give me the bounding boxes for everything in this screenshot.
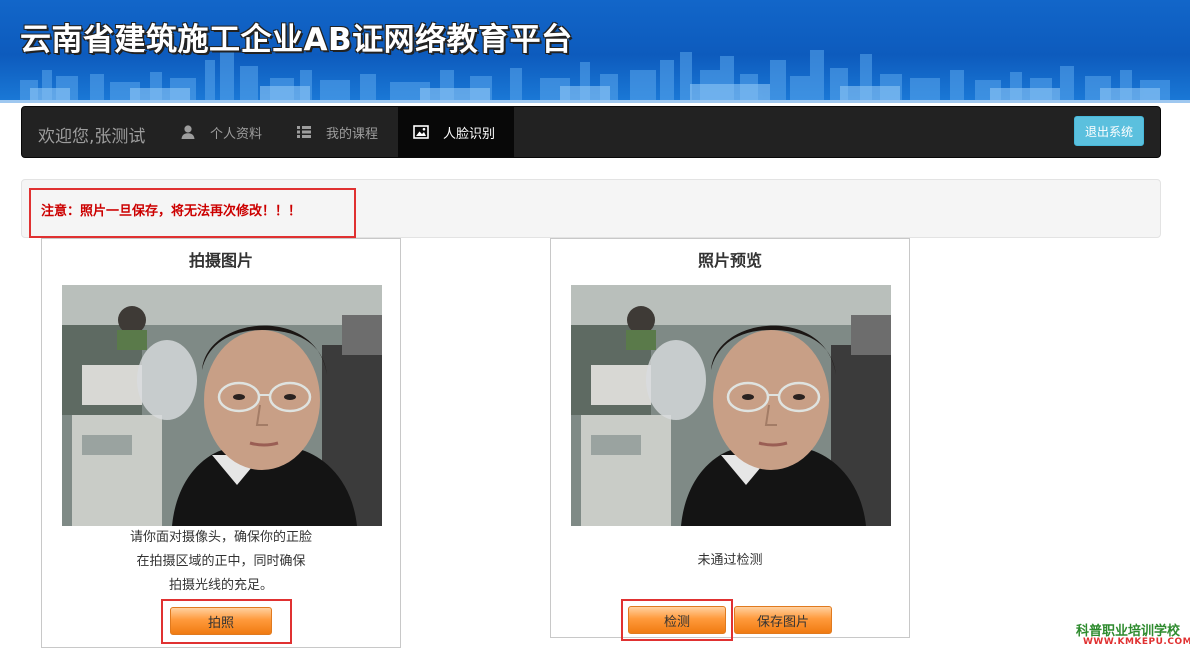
nav-item-courses-label: 我的课程 bbox=[326, 126, 379, 142]
camera-feed bbox=[62, 285, 382, 526]
preview-panel-title: 照片预览 bbox=[697, 251, 762, 270]
site-title: 云南省建筑施工企业AB证网络教育平台 bbox=[20, 22, 573, 58]
nav-item-courses[interactable]: 我的课程 bbox=[296, 107, 378, 157]
detection-status: 未通过检测 bbox=[697, 553, 763, 568]
nav-item-profile[interactable]: 个人资料 bbox=[180, 107, 262, 157]
capture-button[interactable]: 拍照 bbox=[170, 607, 272, 635]
notice-text: 注意：照片一旦保存，将无法再次修改！！！ bbox=[41, 204, 302, 219]
logout-button[interactable]: 退出系统 bbox=[1074, 116, 1144, 146]
photo-preview-image bbox=[571, 285, 891, 526]
watermark-url: WWW.KMKEPU.COM bbox=[1083, 637, 1190, 647]
welcome-text: 欢迎您,张测试 bbox=[38, 127, 146, 147]
detect-button[interactable]: 检测 bbox=[628, 606, 726, 634]
photo-preview bbox=[571, 285, 891, 526]
camera-feed-image bbox=[62, 285, 382, 526]
capture-instructions: 请你面对摄像头，确保你的正脸 在拍摄区域的正中，同时确保 拍摄光线的充足。 bbox=[42, 526, 400, 598]
top-navbar: 欢迎您,张测试 个人资料 我的课程 人脸识别 退出系统 bbox=[21, 106, 1161, 158]
picture-icon bbox=[413, 124, 429, 140]
instruction-line: 在拍摄区域的正中，同时确保 bbox=[136, 554, 306, 569]
banner-divider bbox=[0, 100, 1190, 103]
nav-item-face-recognition[interactable]: 人脸识别 bbox=[398, 107, 514, 157]
instruction-line: 拍摄光线的充足。 bbox=[168, 578, 273, 593]
preview-panel: 照片预览 未通过检测 bbox=[550, 238, 910, 638]
list-icon bbox=[296, 124, 312, 140]
capture-panel-title: 拍摄图片 bbox=[188, 251, 253, 270]
save-image-button[interactable]: 保存图片 bbox=[734, 606, 832, 634]
nav-item-face-recognition-label: 人脸识别 bbox=[443, 126, 496, 142]
user-icon bbox=[180, 124, 196, 140]
capture-panel: 拍摄图片 请你面对摄像头，确保你的正脸 在拍摄区域的正中，同时确保 拍摄光线的充… bbox=[41, 238, 401, 648]
header-banner: 云南省建筑施工企业AB证网络教育平台 bbox=[0, 0, 1190, 100]
nav-item-profile-label: 个人资料 bbox=[210, 126, 263, 142]
instruction-line: 请你面对摄像头，确保你的正脸 bbox=[129, 530, 312, 545]
